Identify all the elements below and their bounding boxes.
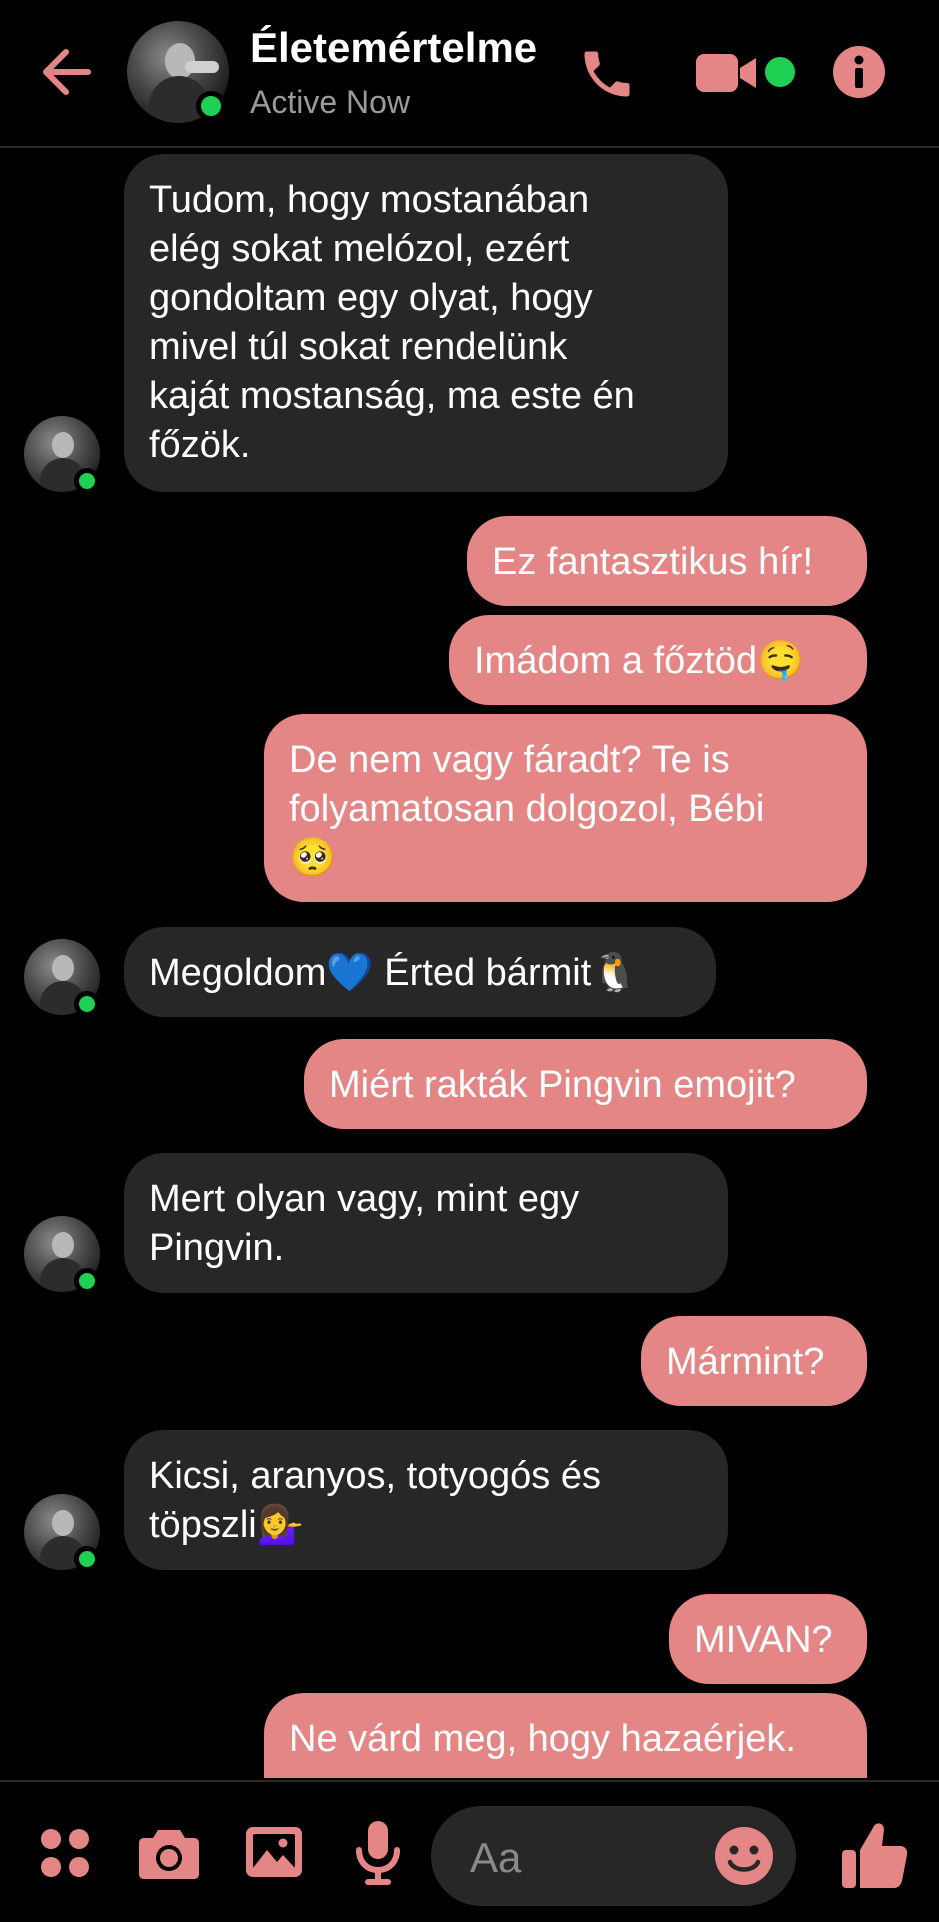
video-call-button[interactable] xyxy=(694,50,758,96)
online-indicator xyxy=(74,1546,100,1572)
online-indicator xyxy=(74,1268,100,1294)
incoming-message[interactable]: Mert olyan vagy, mint egy Pingvin. xyxy=(124,1153,728,1293)
apps-grid-icon xyxy=(41,1829,89,1877)
microphone-icon xyxy=(356,1821,400,1885)
video-online-indicator xyxy=(765,57,795,87)
outgoing-message[interactable]: Miért rakták Pingvin emojit? xyxy=(304,1039,867,1129)
outgoing-message[interactable]: Imádom a főztöd🤤 xyxy=(449,615,867,705)
message-thread[interactable]: Tudom, hogy mostanában elég sokat melózo… xyxy=(0,148,939,1778)
info-icon xyxy=(833,46,885,98)
phone-icon xyxy=(584,51,630,97)
outgoing-message[interactable]: De nem vagy fáradt? Te is folyamatosan d… xyxy=(264,714,867,902)
online-indicator xyxy=(74,468,100,494)
smiley-icon xyxy=(715,1827,773,1885)
message-input-placeholder: Aa xyxy=(470,1834,522,1881)
contact-name[interactable]: Életemértelme xyxy=(250,24,537,72)
arrow-left-icon xyxy=(43,49,91,95)
outgoing-message[interactable]: Ne várd meg, hogy hazaérjek. xyxy=(264,1693,867,1778)
gallery-button[interactable] xyxy=(245,1826,303,1878)
camera-icon xyxy=(139,1830,199,1879)
emoji-button[interactable] xyxy=(714,1826,774,1886)
video-camera-icon xyxy=(696,54,756,92)
back-button[interactable] xyxy=(36,40,100,104)
conversation-header: Életemértelme Active Now xyxy=(0,0,939,148)
image-icon xyxy=(246,1827,302,1877)
outgoing-message[interactable]: Ez fantasztikus hír! xyxy=(467,516,867,606)
like-button[interactable] xyxy=(840,1820,908,1890)
apps-button[interactable] xyxy=(38,1826,92,1880)
outgoing-message[interactable]: MIVAN? xyxy=(669,1594,867,1684)
info-button[interactable] xyxy=(832,45,886,99)
contact-status: Active Now xyxy=(250,84,411,120)
incoming-message[interactable]: Megoldom💙 Érted bármit🐧 xyxy=(124,927,716,1017)
incoming-message[interactable]: Kicsi, aranyos, totyogós és töpszli💁‍♀️ xyxy=(124,1430,728,1570)
call-button[interactable] xyxy=(577,44,637,104)
composer-bar: Aa xyxy=(0,1780,939,1922)
online-indicator xyxy=(196,91,226,121)
camera-button[interactable] xyxy=(138,1826,200,1880)
voice-message-button[interactable] xyxy=(355,1820,401,1886)
thumbs-up-icon xyxy=(842,1823,908,1888)
incoming-message[interactable]: Tudom, hogy mostanában elég sokat melózo… xyxy=(124,154,728,492)
online-indicator xyxy=(74,991,100,1017)
outgoing-message[interactable]: Mármint? xyxy=(641,1316,867,1406)
